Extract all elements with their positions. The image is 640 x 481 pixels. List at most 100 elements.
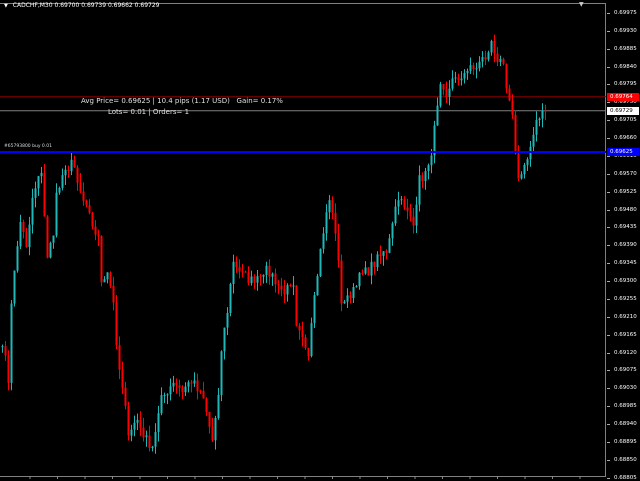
candle-body <box>40 172 43 177</box>
candlestick-plot <box>0 34 606 479</box>
candle-body <box>163 395 166 397</box>
axis-tick-label: 0.68850 <box>614 456 637 463</box>
axis-tick <box>607 120 610 122</box>
symbol-label: CADCHF,M30 <box>12 2 53 9</box>
candle-body <box>202 390 205 399</box>
candle-body <box>268 265 271 277</box>
candle-body <box>334 212 337 234</box>
candle-body <box>301 330 304 338</box>
axis-tick-label: 0.69255 <box>614 295 637 302</box>
axis-tick <box>607 191 610 193</box>
candle-body <box>292 285 295 287</box>
candle-body <box>400 199 403 201</box>
candle-body <box>418 175 421 205</box>
axis-tick <box>607 84 610 86</box>
axis-tick <box>607 13 610 14</box>
candle-body <box>499 59 502 63</box>
candle-body <box>415 204 418 226</box>
candle-body <box>196 380 199 391</box>
candle-body <box>175 382 178 386</box>
candle-body <box>274 273 277 285</box>
candle-body <box>1 346 4 348</box>
candle-body <box>436 105 439 126</box>
candle-body <box>397 200 400 207</box>
candle-body <box>262 274 265 277</box>
candle-body <box>343 301 346 304</box>
candle-body <box>43 172 46 217</box>
candle-body <box>112 285 115 303</box>
axis-tick-label: 0.69165 <box>614 331 637 338</box>
candle-body <box>85 200 88 206</box>
candle-body <box>109 272 112 286</box>
candle-body <box>10 303 13 383</box>
candle-body <box>259 276 262 278</box>
candle-body <box>100 236 103 283</box>
candle-body <box>529 146 532 160</box>
axis-tick <box>607 227 610 229</box>
candle-body <box>193 380 196 384</box>
candle-body <box>454 77 457 79</box>
candle-body <box>544 110 547 112</box>
candle-body <box>67 169 70 172</box>
candle-body <box>4 346 7 356</box>
candle-body <box>460 78 463 81</box>
candle-body <box>178 385 181 388</box>
axis-tick <box>607 316 610 318</box>
candle-body <box>475 68 478 70</box>
candle-body <box>79 182 82 192</box>
candle-body <box>226 313 229 328</box>
candle-body <box>142 427 145 438</box>
candle-body <box>511 100 514 115</box>
candle-body <box>352 287 355 299</box>
candle-body <box>64 169 67 176</box>
candle-body <box>16 246 19 271</box>
axis-tick <box>607 334 610 336</box>
chart-shift-triangle-icon[interactable]: ▼ <box>579 1 584 8</box>
candle-body <box>169 386 172 395</box>
candle-body <box>31 197 34 225</box>
candle-body <box>46 216 49 258</box>
candle-body <box>322 233 325 249</box>
candle-body <box>430 155 433 166</box>
candle-body <box>136 419 139 423</box>
candle-body <box>535 120 538 135</box>
candle-body <box>313 295 316 324</box>
avg-price-info: Avg Price= 0.69625 | 10.4 pips (1.17 USD… <box>81 97 283 105</box>
candle-body <box>91 212 94 227</box>
axis-tick-label: 0.69930 <box>614 27 637 34</box>
axis-tick <box>607 352 610 354</box>
dropdown-triangle-icon[interactable]: ▼ <box>4 3 8 9</box>
axis-tick-label: 0.69480 <box>614 206 637 213</box>
order-line-label: #65793800 buy 0.01 <box>4 144 52 149</box>
axis-tick <box>607 48 610 50</box>
candle-body <box>70 159 73 172</box>
axis-tick <box>607 263 610 265</box>
candle-body <box>403 199 406 208</box>
candle-body <box>145 435 148 438</box>
candle-body <box>61 175 64 188</box>
candle-body <box>151 446 154 448</box>
candle-body <box>457 77 460 81</box>
axis-tick <box>607 209 610 211</box>
axis-tick <box>607 245 610 247</box>
axis-tick <box>607 459 610 461</box>
candle-body <box>379 254 382 256</box>
candle-body <box>190 382 193 384</box>
candle-body <box>97 234 100 237</box>
candle-body <box>52 235 55 243</box>
candle-body <box>181 387 184 393</box>
axis-tick <box>607 281 610 283</box>
candle-body <box>94 226 97 235</box>
axis-tick-label: 0.69075 <box>614 367 637 374</box>
candle-body <box>325 212 328 234</box>
axis-tick-label: 0.69570 <box>614 170 637 177</box>
candle-body <box>451 78 454 89</box>
candle-body <box>358 272 361 287</box>
axis-tick <box>607 30 610 32</box>
candle-body <box>331 200 334 213</box>
candle-body <box>283 289 286 295</box>
candle-body <box>316 276 319 296</box>
candle-body <box>58 187 61 193</box>
candle-body <box>370 261 373 276</box>
candle-body <box>337 233 340 261</box>
